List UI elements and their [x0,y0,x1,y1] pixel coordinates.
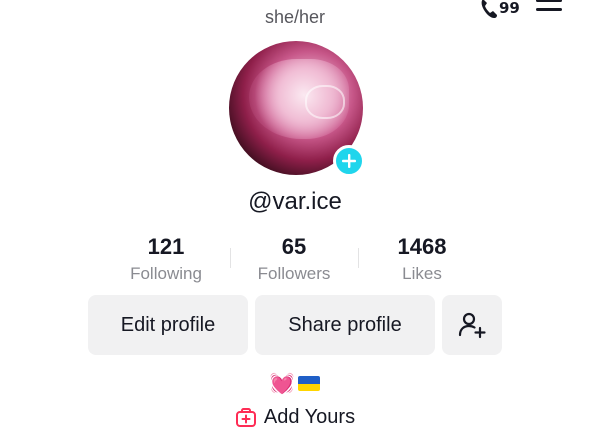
add-yours-label: Add Yours [263,406,356,428]
call-button[interactable]: 99 [478,0,522,18]
menu-icon[interactable] [536,0,562,14]
following-label: Following [130,264,202,283]
likes-stat[interactable]: 1468 Likes [358,234,486,286]
followers-count: 65 [281,234,307,259]
profile-actions: Edit profile Share profile [88,295,502,355]
followers-stat[interactable]: 65 Followers [230,234,358,286]
likes-label: Likes [402,264,442,283]
add-user-icon [458,312,486,339]
add-yours-icon [235,407,256,427]
stats-row: 121 Following 65 Followers 1468 Likes [102,234,486,286]
bio: 💓 [0,371,590,396]
plus-icon [342,154,356,168]
profile-avatar-container [229,41,365,177]
ukraine-flag-icon [298,376,321,391]
avatar-photo-detail [305,85,345,119]
followers-label: Followers [257,264,331,283]
username: @var.ice [248,188,342,215]
edit-profile-button[interactable]: Edit profile [88,295,248,355]
heart-emoji: 💓 [269,373,295,395]
share-profile-button[interactable]: Share profile [255,295,435,355]
inbox-count-badge: 99 [499,0,520,17]
top-right-controls: 99 [478,0,562,18]
following-count: 121 [147,234,185,259]
following-stat[interactable]: 121 Following [102,234,230,286]
add-friends-button[interactable] [442,295,502,355]
add-yours-link[interactable]: Add Yours [0,406,590,429]
add-photo-button[interactable] [333,145,365,177]
likes-count: 1468 [397,234,447,259]
